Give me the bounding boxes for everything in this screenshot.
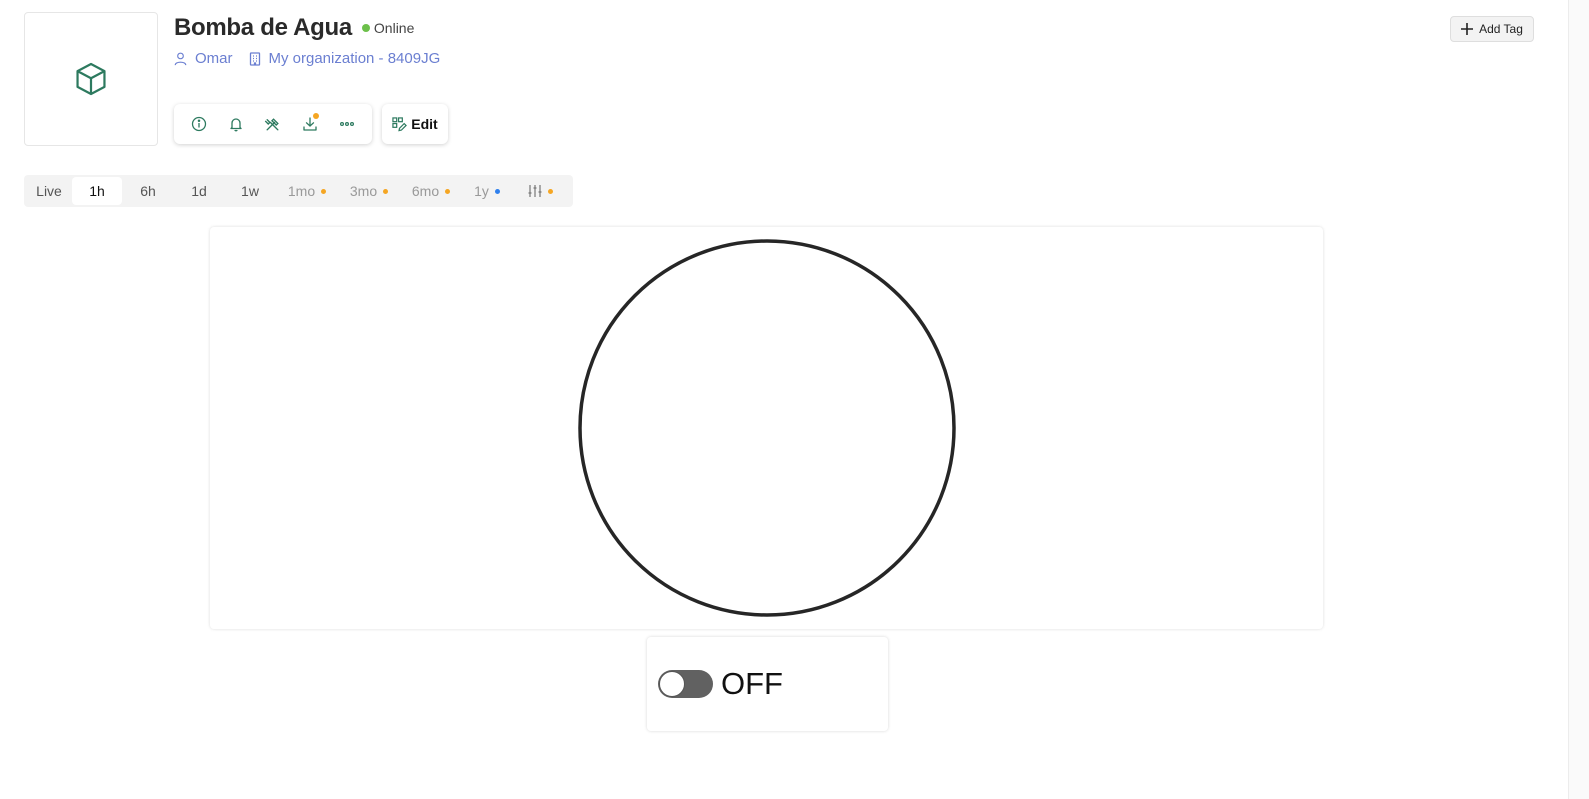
page-scrollbar[interactable] — [1568, 0, 1589, 799]
premium-dot — [321, 188, 327, 194]
edit-label: Edit — [411, 116, 438, 132]
add-tag-button[interactable]: Add Tag — [1450, 16, 1534, 42]
range-live[interactable]: Live — [26, 177, 72, 205]
owner-name: Omar — [195, 50, 233, 67]
range-label: 3mo — [349, 183, 378, 199]
range-1h[interactable]: 1h — [72, 177, 122, 205]
info-button[interactable] — [185, 110, 213, 138]
device-thumbnail — [24, 12, 158, 146]
cube-icon — [76, 62, 106, 96]
device-header: Bomba de Agua Online — [174, 14, 414, 42]
plus-icon — [1461, 23, 1474, 35]
range-6mo[interactable]: 6mo — [400, 177, 462, 205]
switch-widget: OFF — [647, 637, 888, 731]
toggle-knob — [659, 671, 685, 697]
range-label: 1y — [474, 183, 489, 199]
time-range-selector: Live 1h 6h 1d 1w 1mo 3mo 6mo 1y — [24, 175, 573, 207]
building-icon — [249, 51, 260, 66]
info-icon — [191, 116, 206, 132]
pump-toggle[interactable] — [658, 670, 713, 698]
info-dot — [494, 188, 500, 194]
range-3mo[interactable]: 3mo — [338, 177, 400, 205]
range-label: Live — [36, 183, 62, 199]
range-label: 1mo — [287, 183, 316, 199]
tools-icon — [265, 117, 280, 131]
premium-dot — [383, 188, 389, 194]
device-action-toolbar — [174, 104, 372, 144]
more-button[interactable] — [333, 110, 361, 138]
bell-icon — [230, 118, 242, 132]
custom-range-button[interactable] — [512, 177, 568, 205]
alerts-button[interactable] — [222, 110, 250, 138]
premium-dot — [445, 188, 451, 194]
premium-dot — [547, 188, 553, 194]
device-title: Bomba de Agua — [174, 14, 352, 41]
status-indicator-circle — [578, 239, 956, 617]
switch-state-label: OFF — [721, 666, 783, 701]
sliders-icon — [528, 185, 541, 197]
device-meta: Omar My organization - 8409JG — [174, 50, 456, 67]
range-1d[interactable]: 1d — [174, 177, 224, 205]
range-label: 6mo — [411, 183, 440, 199]
add-tag-label: Add Tag — [1479, 22, 1523, 36]
range-1mo[interactable]: 1mo — [276, 177, 338, 205]
range-label: 1w — [241, 183, 259, 199]
more-icon — [340, 121, 355, 126]
range-6h[interactable]: 6h — [122, 177, 174, 205]
status-badge: Online — [361, 20, 415, 36]
organization-link[interactable]: My organization - 8409JG — [249, 50, 441, 67]
edit-button[interactable]: Edit — [382, 104, 448, 144]
user-icon — [174, 52, 187, 65]
status-dot — [361, 24, 370, 32]
range-label: 1h — [89, 183, 105, 199]
organization-name: My organization - 8409JG — [268, 50, 441, 67]
edit-dashboard-icon — [392, 116, 408, 131]
range-label: 6h — [140, 183, 156, 199]
tools-button[interactable] — [259, 110, 287, 138]
owner-link[interactable]: Omar — [174, 50, 233, 67]
range-label: 1d — [191, 183, 207, 199]
download-badge — [313, 113, 320, 119]
download-button[interactable] — [296, 110, 324, 138]
range-1y[interactable]: 1y — [462, 177, 512, 205]
range-1w[interactable]: 1w — [224, 177, 276, 205]
status-label: Online — [373, 20, 415, 36]
